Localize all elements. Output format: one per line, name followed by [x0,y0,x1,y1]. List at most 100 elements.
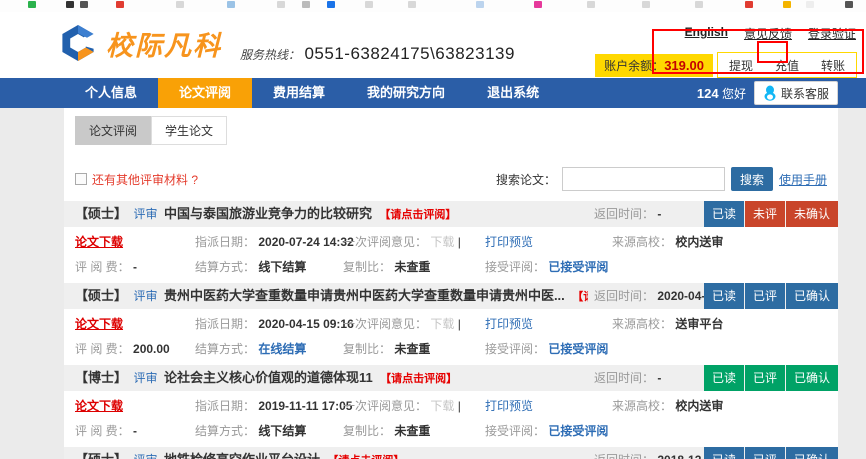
status-read-badge: 已读 [704,201,744,227]
nav-right: 124 您好 联系客服 [697,78,838,108]
review-link[interactable]: 评审 [133,289,157,303]
paper-download-link[interactable]: 论文下载 [75,317,123,331]
click-to-review-link[interactable]: 【请点击评阅】 [379,209,456,221]
assign-date-value: 2019-11-11 17:05 [258,399,352,413]
paper-row-header: 【硕士】 评审 地铁检修高空作业平台设计 【请点击评阅】 返回时间： 2018-… [64,447,838,459]
withdraw-button[interactable]: 提现 [718,57,764,74]
return-time: 返回时间： - [588,201,661,227]
favicon[interactable] [277,1,285,8]
favicon[interactable] [227,1,235,8]
status-read-badge: 已读 [704,365,744,391]
favicon[interactable] [28,1,36,8]
hotline-number: 0551-63824175\63823139 [304,44,514,63]
favicon[interactable] [116,1,124,8]
favicon[interactable] [176,1,184,8]
tab-paper-review[interactable]: 论文评阅 [75,116,151,145]
settlement-label: 结算方式： [195,424,255,438]
assign-date-label: 指派日期： [195,235,255,249]
favicon[interactable] [534,1,542,8]
divider: | [458,399,461,413]
contact-support-button[interactable]: 联系客服 [754,81,838,105]
status-read-badge: 已读 [704,283,744,309]
favicon[interactable] [302,1,310,8]
paper-row-header: 【博士】 评审 论社会主义核心价值观的道德体现11 【请点击评阅】 返回时间： … [64,365,838,391]
nav-logout[interactable]: 退出系统 [466,78,560,108]
settlement-label: 结算方式： [195,342,255,356]
assign-date-label: 指派日期： [195,399,255,413]
accepted-review-link[interactable]: 已接受评阅 [548,424,608,438]
paper-row: 【硕士】 评审 贵州中医药大学查重数量申请贵州中医药大学查重数量申请贵州中医..… [64,283,838,365]
review-link[interactable]: 评审 [133,453,157,459]
detail-line-2: 评 阅 费： - 结算方式： 线下结算 复制比： 未查重 接受评阅： 已接受评阅 [75,255,838,280]
print-preview-link[interactable]: 打印预览 [485,317,533,331]
settlement-value: 在线结算 [258,342,306,356]
favicon[interactable] [327,1,335,8]
recharge-button[interactable]: 充值 [764,57,810,74]
user-greeting: 124 您好 [697,85,746,102]
return-time-value: - [657,371,661,385]
paper-title: 贵州中医药大学查重数量申请贵州中医药大学查重数量申请贵州中医... [164,288,565,303]
account-balance: 账户余额：319.00 [595,54,713,77]
paper-row-header: 【硕士】 评审 贵州中医药大学查重数量申请贵州中医药大学查重数量申请贵州中医..… [64,283,838,309]
status-badges: 已读 未评 未确认 [704,201,838,227]
paper-title: 地铁检修高空作业平台设计 [164,452,320,459]
user-manual-link[interactable]: 使用手册 [779,171,827,188]
login-verify-link[interactable]: 登录验证 [808,25,856,42]
print-preview-link[interactable]: 打印预览 [485,399,533,413]
nav-paper-review[interactable]: 论文评阅 [158,78,252,108]
favicon[interactable] [476,1,484,8]
opinion-download-link: 下载 [430,235,454,249]
click-to-review-link[interactable]: 【请点击评阅】 [380,373,457,385]
review-link[interactable]: 评审 [133,207,157,221]
search-area: 搜索论文： 搜索 使用手册 [496,167,827,191]
bookmarks-strip [0,0,866,12]
copy-ratio-value: 未查重 [394,342,430,356]
favicon[interactable] [745,1,753,8]
tabs: 论文评阅 学生论文 [75,116,838,145]
detail-line-2: 评 阅 费： - 结算方式： 线下结算 复制比： 未查重 接受评阅： 已接受评阅 [75,419,838,444]
tab-student-papers[interactable]: 学生论文 [151,116,227,145]
source-label: 来源高校： [612,235,672,249]
copy-ratio-value: 未查重 [394,260,430,274]
fee-label: 评 阅 费： [75,342,130,356]
accepted-review-link[interactable]: 已接受评阅 [548,260,608,274]
paper-download-link[interactable]: 论文下载 [75,235,123,249]
favicon[interactable] [587,1,595,8]
print-preview-link[interactable]: 打印预览 [485,235,533,249]
review-link[interactable]: 评审 [133,371,157,385]
paper-row: 【硕士】 评审 中国与泰国旅游业竞争力的比较研究 【请点击评阅】 返回时间： -… [64,201,838,283]
favicon[interactable] [408,1,416,8]
search-button[interactable]: 搜索 [731,167,773,191]
favicon[interactable] [642,1,650,8]
favicon[interactable] [80,1,88,8]
return-time-value: - [657,207,661,221]
fee-value: 200.00 [133,342,170,356]
feedback-link[interactable]: 意见反馈 [744,25,792,42]
favicon[interactable] [695,1,703,8]
user-id: 124 [697,86,719,101]
english-link[interactable]: English [685,25,728,42]
accept-label: 接受评阅： [485,424,545,438]
nav-research-direction[interactable]: 我的研究方向 [346,78,466,108]
search-input[interactable] [562,167,725,191]
fee-label: 评 阅 费： [75,424,130,438]
favicon[interactable] [845,1,853,8]
accepted-review-link[interactable]: 已接受评阅 [548,342,608,356]
paper-download-link[interactable]: 论文下载 [75,399,123,413]
other-materials-checkbox[interactable] [75,173,87,185]
copy-ratio-label: 复制比： [343,424,391,438]
transfer-button[interactable]: 转账 [810,57,856,74]
degree-label: 【博士】 [75,370,127,385]
favicon[interactable] [783,1,791,8]
favicon[interactable] [365,1,373,8]
click-to-review-link[interactable]: 【请点击评阅】 [327,455,404,459]
nav-personal-info[interactable]: 个人信息 [64,78,158,108]
other-materials-filter: 还有其他评审材料 ? [75,171,198,188]
detail-line-1: 论文下载 指派日期： 2020-07-24 14:32 一次评阅意见： 下载 |… [75,230,838,255]
settlement-value: 线下结算 [258,260,306,274]
favicon[interactable] [806,1,814,8]
copy-ratio-label: 复制比： [343,342,391,356]
nav-fee-settlement[interactable]: 费用结算 [252,78,346,108]
greeting-text: 您好 [722,87,746,101]
favicon[interactable] [66,1,74,8]
